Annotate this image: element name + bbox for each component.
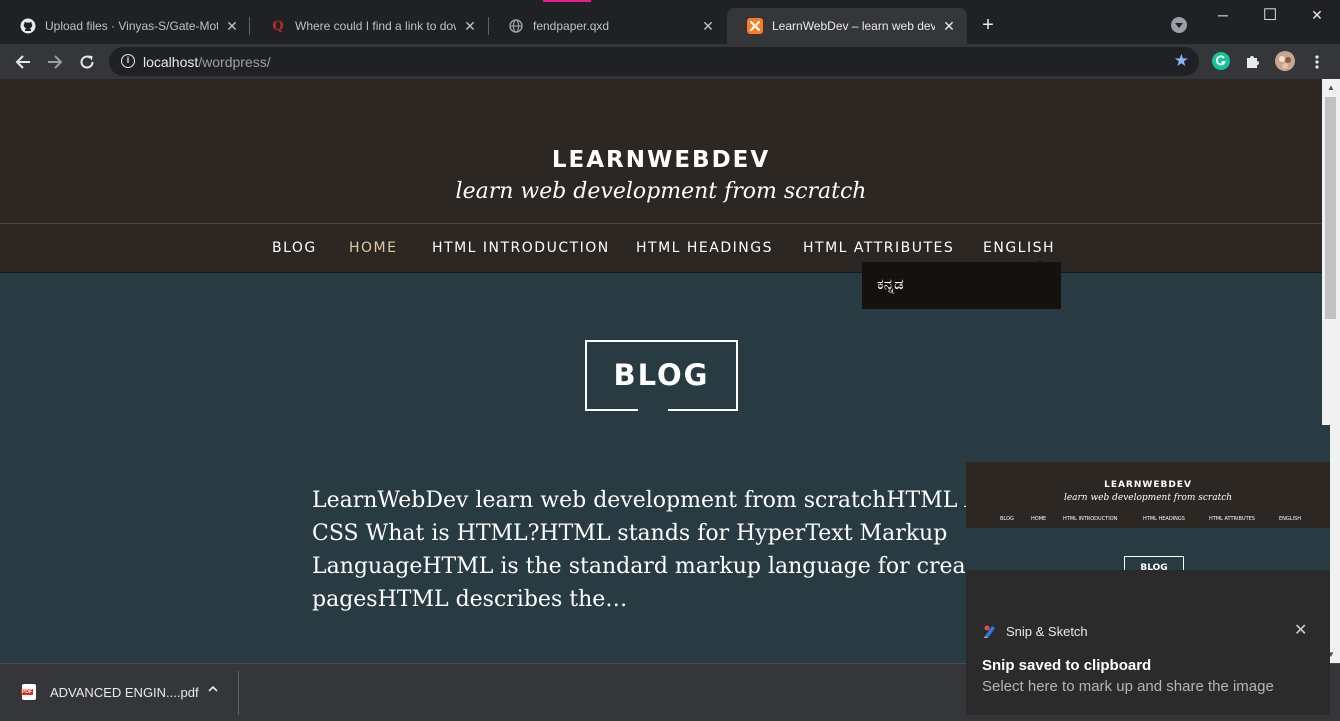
maximize-button[interactable]: ☐ (1247, 0, 1293, 30)
thumbnail-nav-item: ENGLISH (1279, 516, 1301, 522)
tab-title: LearnWebDev – learn web develo (772, 19, 935, 33)
quora-icon: Q (272, 18, 284, 34)
download-filename[interactable]: ADVANCED ENGIN....pdf (50, 685, 199, 700)
nav-divider (0, 272, 1322, 273)
thumbnail-site-description: learn web development from scratch (1063, 493, 1233, 503)
reload-button[interactable] (74, 49, 100, 75)
download-separator (238, 671, 239, 715)
post-excerpt[interactable]: LearnWebDev learn web development from s… (312, 484, 1051, 616)
toast-heading: Snip saved to clipboard (982, 657, 1152, 674)
close-icon[interactable]: ✕ (700, 18, 716, 34)
site-description: learn web development from scratch (455, 179, 867, 204)
tab-learnwebdev[interactable]: LearnWebDev – learn web develo ✕ (727, 8, 967, 44)
profile-avatar[interactable] (1275, 51, 1295, 71)
browser-toolbar: i localhost/wordpress/ ★ (0, 44, 1340, 79)
tab-title: Upload files · Vinyas-S/Gate-Mot (45, 19, 218, 33)
more-vert-icon (1315, 55, 1319, 69)
scroll-up-icon[interactable]: ▲ (1327, 83, 1335, 92)
close-icon[interactable]: ✕ (462, 18, 478, 34)
tab-title: Where could I find a link to down (295, 19, 456, 33)
reload-icon (80, 55, 94, 69)
arrow-left-icon (15, 55, 30, 69)
close-window-button[interactable]: ✕ (1294, 0, 1340, 30)
nav-item-blog[interactable]: BLOG (272, 240, 317, 256)
close-icon[interactable]: ✕ (1294, 620, 1307, 640)
url-host: localhost (143, 54, 199, 70)
pdf-file-icon (21, 684, 36, 700)
tab-quora[interactable]: Q Where could I find a link to down ✕ (250, 8, 488, 44)
bookmark-star-icon[interactable]: ★ (1174, 51, 1189, 71)
site-title[interactable]: LEARNWEBDEV (0, 147, 1322, 173)
thumbnail-nav-item: HOME (1031, 516, 1047, 522)
extensions-puzzle-icon[interactable] (1244, 52, 1262, 70)
thumbnail-page-title: BLOG (1124, 556, 1184, 570)
tab-strip: Upload files · Vinyas-S/Gate-Mot ✕ Q Whe… (0, 0, 1340, 44)
thumbnail-site-title: LEARNWEBDEV (1104, 480, 1192, 490)
site-header: LEARNWEBDEV learn web development from s… (0, 79, 1322, 273)
tab-github[interactable]: Upload files · Vinyas-S/Gate-Mot ✕ (0, 8, 250, 44)
address-bar[interactable]: i localhost/wordpress/ ★ (109, 47, 1199, 76)
tab-fendpaper[interactable]: fendpaper.qxd ✕ (488, 8, 726, 44)
tab-title: fendpaper.qxd (533, 19, 610, 33)
new-tab-button[interactable]: + (976, 14, 1000, 38)
grammarly-icon[interactable] (1212, 52, 1230, 70)
site-info-icon[interactable]: i (121, 54, 135, 68)
language-submenu: ಕನ್ನಡ (862, 262, 1061, 309)
page-title-box: BLOG (585, 340, 738, 411)
thumbnail-nav-item: HTML HEADINGS (1143, 516, 1185, 522)
close-icon[interactable]: ✕ (941, 18, 957, 34)
header-divider (0, 223, 1322, 224)
snip-sketch-notification[interactable]: LEARNWEBDEV learn web development from s… (966, 425, 1330, 715)
tab-search-icon[interactable] (1171, 17, 1187, 33)
globe-icon (508, 18, 524, 34)
media-indicator (543, 0, 591, 2)
nav-item-html-headings[interactable]: HTML HEADINGS (636, 240, 773, 256)
close-icon[interactable]: ✕ (224, 18, 240, 34)
nav-item-html-attributes[interactable]: HTML ATTRIBUTES (803, 240, 954, 256)
github-icon (20, 18, 36, 34)
nav-item-html-introduction[interactable]: HTML INTRODUCTION (432, 240, 610, 256)
arrow-right-icon (48, 55, 63, 69)
url-path: /wordpress/ (198, 54, 271, 70)
snip-sketch-app-icon (983, 624, 997, 638)
url-text: localhost/wordpress/ (143, 54, 271, 70)
page-title: BLOG (613, 358, 710, 392)
submenu-item-kannada[interactable]: ಕನ್ನಡ (877, 275, 904, 293)
snip-thumbnail[interactable]: LEARNWEBDEV learn web development from s… (966, 425, 1330, 570)
toast-body: Select here to mark up and share the ima… (982, 678, 1274, 695)
thumbnail-nav-item: BLOG (1000, 516, 1014, 522)
nav-item-english[interactable]: ENGLISH (983, 240, 1055, 256)
chrome-menu-button[interactable] (1305, 49, 1329, 75)
thumbnail-nav-item: HTML INTRODUCTION (1063, 516, 1118, 522)
toast-app-name: Snip & Sketch (1006, 624, 1088, 639)
scroll-thumb[interactable] (1325, 97, 1336, 319)
xampp-icon (747, 18, 763, 34)
nav-item-home[interactable]: HOME (349, 240, 397, 256)
title-box-gap (638, 409, 668, 411)
chevron-up-icon[interactable] (207, 682, 219, 698)
minimize-button[interactable]: ─ (1200, 0, 1246, 30)
thumbnail-nav-item: HTML ATTRIBUTES (1209, 516, 1255, 522)
forward-button[interactable] (42, 49, 68, 75)
back-button[interactable] (10, 49, 36, 75)
